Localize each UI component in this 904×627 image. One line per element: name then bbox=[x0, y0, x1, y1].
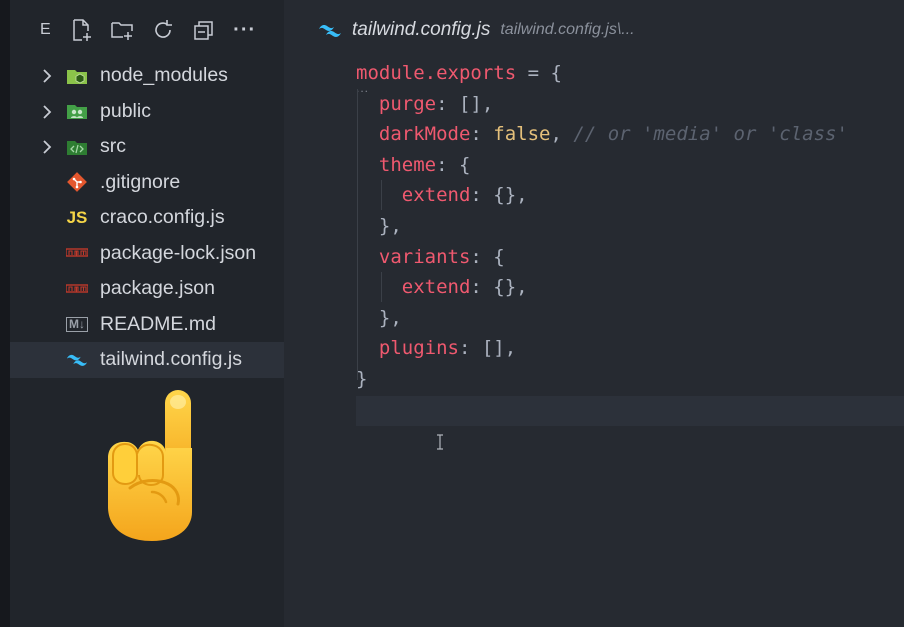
tree-item-package-json[interactable]: package.json bbox=[10, 271, 284, 307]
code-line[interactable]: extend: {}, bbox=[356, 272, 848, 303]
refresh-button[interactable] bbox=[149, 16, 177, 44]
code-token: : bbox=[470, 123, 494, 146]
editor-tab[interactable]: tailwind.config.js tailwind.config.js\..… bbox=[284, 12, 635, 48]
new-folder-button[interactable] bbox=[108, 16, 136, 44]
markdown-icon: M↓ bbox=[66, 313, 88, 335]
code-editor[interactable]: tailwind.config.js tailwind.config.js\..… bbox=[284, 0, 904, 627]
new-file-icon bbox=[72, 19, 91, 41]
code-token: : [], bbox=[458, 337, 517, 360]
tree-item-craco-config[interactable]: JS craco.config.js bbox=[10, 200, 284, 236]
code-token: // or 'media' or 'class' bbox=[573, 123, 848, 146]
code-token: theme bbox=[378, 153, 437, 176]
code-token: extend bbox=[401, 184, 471, 207]
code-line[interactable]: plugins: [], bbox=[356, 333, 848, 364]
new-file-button[interactable] bbox=[67, 16, 95, 44]
chevron-right-icon bbox=[43, 69, 52, 83]
more-icon: ··· bbox=[233, 18, 257, 41]
code-token: } bbox=[356, 367, 368, 390]
explorer-toolbar: E ··· bbox=[40, 14, 272, 46]
tree-item-label: README.md bbox=[100, 312, 216, 335]
tree-item-label: .gitignore bbox=[100, 170, 181, 193]
code-line[interactable]: purge: [], bbox=[356, 89, 848, 120]
code-token: : {}, bbox=[470, 184, 528, 207]
tree-item-label: node_modules bbox=[100, 64, 228, 87]
tree-item-gitignore[interactable]: .gitignore bbox=[10, 165, 284, 201]
code-token: purge bbox=[378, 92, 437, 115]
code-token: variants bbox=[378, 245, 471, 268]
code-line[interactable]: theme: { bbox=[356, 150, 848, 181]
code-token: darkMode bbox=[378, 123, 471, 146]
code-token: }, bbox=[356, 214, 402, 237]
explorer-sidebar: E ··· node_modules public src .gitignore… bbox=[10, 0, 284, 627]
collapse-all-button[interactable] bbox=[190, 16, 218, 44]
code-line[interactable]: variants: { bbox=[356, 242, 848, 273]
new-folder-icon bbox=[110, 22, 133, 40]
chevron-right-icon bbox=[43, 104, 52, 119]
code-token: module.exports bbox=[356, 62, 517, 84]
npm-icon bbox=[66, 278, 88, 300]
tree-item-src[interactable]: src bbox=[10, 129, 284, 165]
code-token: , bbox=[550, 123, 574, 146]
activity-bar-edge bbox=[0, 0, 10, 627]
code-line[interactable]: }, bbox=[356, 303, 848, 334]
npm-icon bbox=[66, 242, 88, 264]
nodejs-folder-icon bbox=[66, 65, 88, 87]
tailwind-icon bbox=[319, 25, 341, 37]
code-token: = { bbox=[516, 62, 562, 84]
code-token: : {}, bbox=[470, 276, 528, 299]
refresh-icon bbox=[154, 20, 172, 38]
code-line[interactable]: module.exports = { bbox=[356, 58, 848, 89]
tree-item-tailwind-config[interactable]: tailwind.config.js bbox=[10, 342, 284, 378]
tree-item-label: craco.config.js bbox=[100, 206, 225, 229]
code-line[interactable]: darkMode: false, // or 'media' or 'class… bbox=[356, 119, 848, 150]
tree-item-label: tailwind.config.js bbox=[100, 348, 242, 371]
code-token: extend bbox=[401, 276, 471, 299]
tree-item-package-lock[interactable]: package-lock.json bbox=[10, 236, 284, 272]
pointing-up-hand-icon bbox=[108, 390, 192, 541]
code-content[interactable]: module.exports = { purge: [], darkMode: … bbox=[356, 58, 848, 425]
code-token: : [], bbox=[436, 92, 494, 115]
tree-item-node-modules[interactable]: node_modules bbox=[10, 58, 284, 94]
code-line[interactable]: }, bbox=[356, 211, 848, 242]
code-token: }, bbox=[356, 306, 402, 329]
git-icon bbox=[66, 171, 88, 193]
explorer-title: E bbox=[40, 21, 51, 38]
tree-item-public[interactable]: public bbox=[10, 94, 284, 130]
more-actions-button[interactable]: ··· bbox=[231, 16, 259, 44]
js-icon: JS bbox=[66, 207, 88, 227]
code-line[interactable] bbox=[356, 395, 848, 426]
tree-item-label: package.json bbox=[100, 277, 215, 300]
tab-path: tailwind.config.js\... bbox=[500, 21, 635, 38]
code-token: plugins bbox=[378, 337, 459, 360]
public-folder-icon bbox=[66, 100, 88, 122]
tailwind-icon bbox=[66, 349, 88, 371]
chevron-right-icon bbox=[43, 140, 52, 154]
code-token: : { bbox=[436, 153, 471, 176]
src-folder-icon bbox=[66, 136, 88, 158]
collapse-all-icon bbox=[193, 21, 213, 40]
tree-item-readme[interactable]: M↓ README.md bbox=[10, 307, 284, 343]
tree-item-label: src bbox=[100, 135, 126, 158]
text-cursor-icon bbox=[437, 434, 443, 450]
tree-item-label: package-lock.json bbox=[100, 241, 257, 264]
code-token: : { bbox=[470, 245, 505, 268]
code-token: false bbox=[493, 123, 551, 146]
file-tree: node_modules public src .gitignore JS cr… bbox=[10, 58, 284, 378]
tab-title: tailwind.config.js bbox=[352, 19, 491, 40]
code-line[interactable]: } bbox=[356, 364, 848, 395]
code-line[interactable]: extend: {}, bbox=[356, 180, 848, 211]
tree-item-label: public bbox=[100, 99, 151, 122]
